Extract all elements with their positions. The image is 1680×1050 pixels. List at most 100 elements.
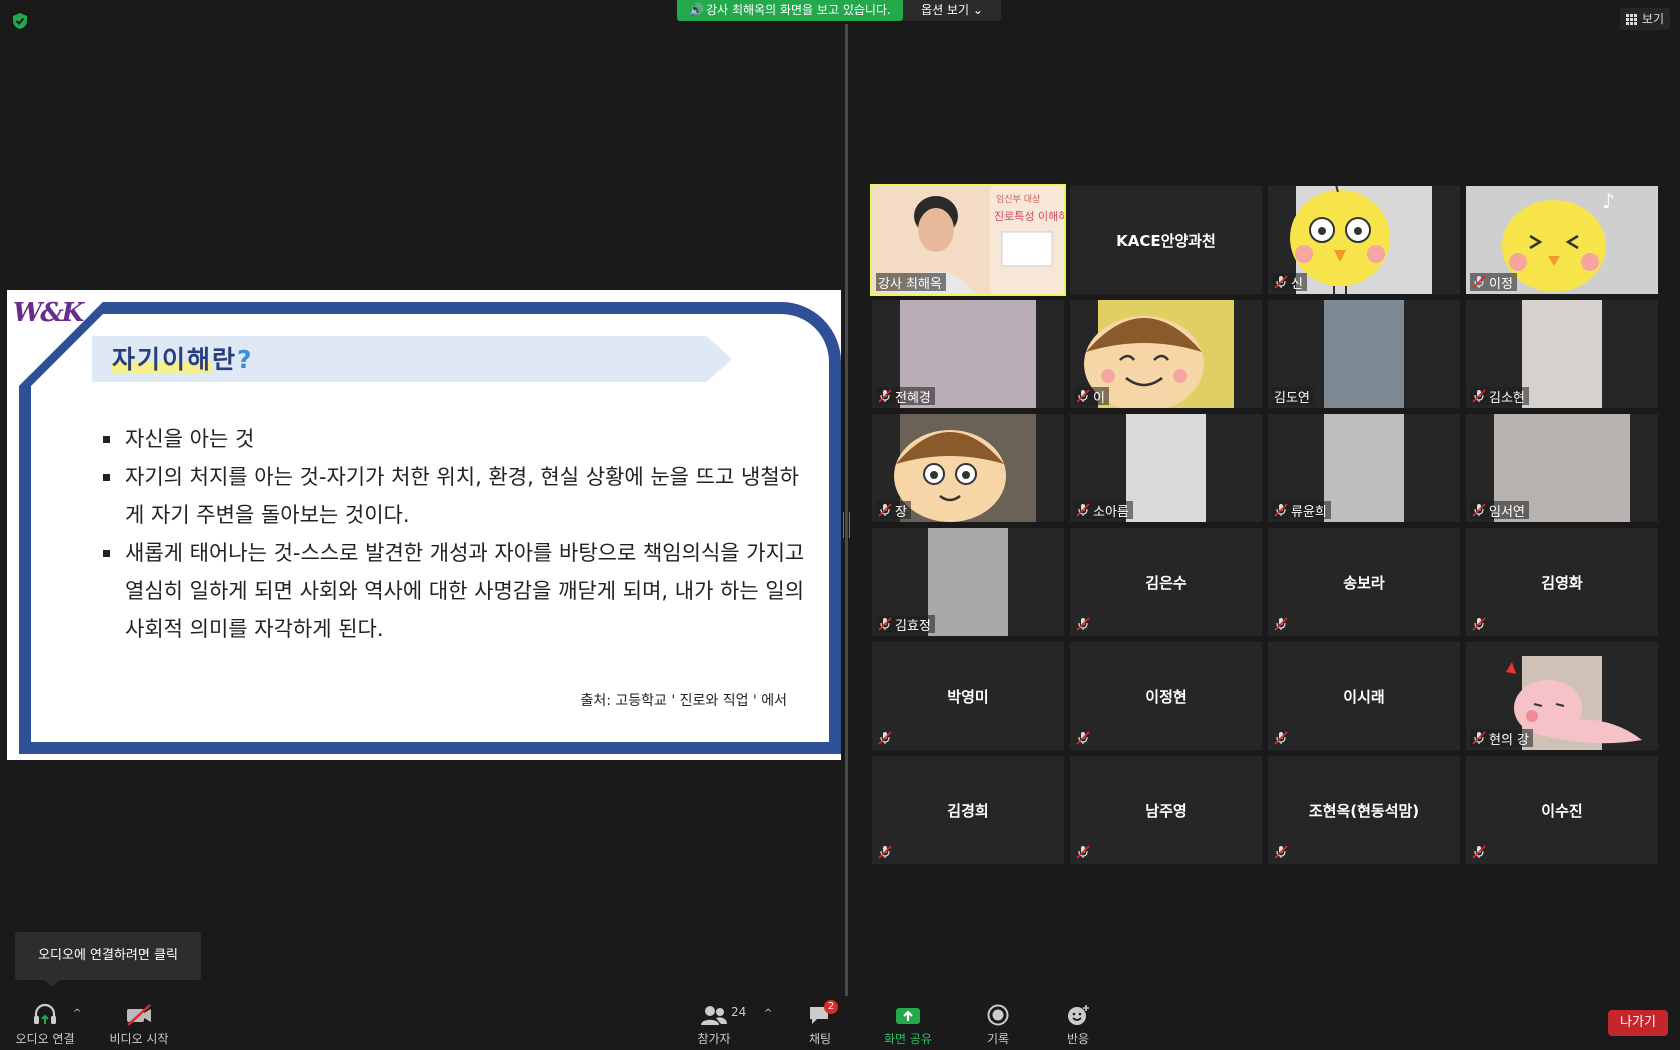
participant-name: 전혜경 <box>895 390 931 406</box>
participant-tile[interactable]: 이정현 <box>1070 642 1262 750</box>
participant-name: 임서연 <box>1489 504 1525 520</box>
split-divider[interactable] <box>845 24 848 996</box>
participant-tile[interactable]: 김영화 <box>1466 528 1658 636</box>
participant-tile[interactable]: 조현옥(현동석맘) <box>1268 756 1460 864</box>
participant-tile[interactable]: 소아름 <box>1070 414 1262 522</box>
mic-muted-icon <box>878 845 892 859</box>
bullet-item: 자신을 아는 것 <box>97 420 817 458</box>
audio-options-caret[interactable]: ^ <box>73 1008 81 1019</box>
mic-muted-icon <box>1274 503 1288 517</box>
participant-name: 이정 <box>1489 276 1513 292</box>
participant-label: 이정 <box>1470 273 1517 292</box>
participant-label <box>1272 615 1292 633</box>
grid-icon <box>1625 13 1637 25</box>
participant-video <box>1126 414 1206 522</box>
mic-muted-icon <box>1274 617 1288 631</box>
headphones-icon <box>34 1003 56 1024</box>
participant-tile[interactable]: 임신부 대상진로특성 이해하기강사 최해옥 <box>870 184 1066 296</box>
slide-bullet-list: 자신을 아는 것 자기의 처지를 아는 것-자기가 처한 위치, 환경, 현실 … <box>97 420 817 648</box>
svg-text:임신부 대상: 임신부 대상 <box>996 193 1040 205</box>
participant-label <box>1470 843 1490 861</box>
participant-tile[interactable]: 현의 강 <box>1466 642 1658 750</box>
participant-label <box>1470 615 1490 633</box>
participant-tile[interactable]: 이 <box>1070 300 1262 408</box>
mic-muted-icon <box>1076 503 1090 517</box>
mic-muted-icon <box>1076 731 1090 745</box>
participant-tile[interactable]: 김은수 <box>1070 528 1262 636</box>
svg-text:♪: ♪ <box>1602 189 1615 213</box>
participant-tile[interactable]: 김도연 <box>1268 300 1460 408</box>
reactions-button[interactable]: 반응 <box>1058 1000 1098 1047</box>
participant-name: 현의 강 <box>1489 732 1530 748</box>
participant-name: 김도연 <box>1274 390 1310 406</box>
participant-tile[interactable]: 김효정 <box>872 528 1064 636</box>
mic-muted-icon <box>1472 275 1486 289</box>
participant-tile[interactable]: 이시래 <box>1268 642 1460 750</box>
share-screen-button[interactable]: 화면 공유 <box>880 1000 936 1047</box>
mic-muted-icon <box>1076 389 1090 403</box>
participant-video <box>928 528 1008 636</box>
participant-tile[interactable]: KACE안양과천 <box>1070 186 1262 294</box>
participant-tile[interactable]: 류윤희 <box>1268 414 1460 522</box>
participant-label: 신 <box>1272 273 1307 292</box>
participant-name-display: 남주영 <box>1145 801 1187 820</box>
participants-options-caret[interactable]: ^ <box>764 1008 772 1019</box>
participant-label: 이 <box>1074 387 1109 406</box>
divider-drag-handle[interactable] <box>843 512 850 538</box>
svg-text:진로특성 이해하기: 진로특성 이해하기 <box>994 209 1064 223</box>
participant-tile[interactable]: 남주영 <box>1070 756 1262 864</box>
participant-tile[interactable]: 장 <box>872 414 1064 522</box>
audio-tooltip: 오디오에 연결하려면 클릭 <box>15 932 201 987</box>
participant-tile[interactable]: 신 <box>1268 186 1460 294</box>
participant-name: 강사 최해옥 <box>878 276 942 292</box>
start-video-button[interactable]: 비디오 시작 <box>104 1000 174 1047</box>
participant-tile[interactable]: ♪ 이정 <box>1466 186 1658 294</box>
participant-label <box>876 729 896 747</box>
participant-label: 임서연 <box>1470 501 1529 520</box>
participants-count: 24 <box>731 1005 747 1019</box>
bullet-item: 자기의 처지를 아는 것-자기가 처한 위치, 환경, 현실 상황에 눈을 뜨고… <box>97 458 817 534</box>
view-options-button[interactable]: 옵션 보기 ⌄ <box>903 0 1001 21</box>
participant-tile[interactable]: 임서연 <box>1466 414 1658 522</box>
reaction-smiley-icon <box>1068 1005 1089 1025</box>
participant-label: 김소현 <box>1470 387 1529 406</box>
record-button[interactable]: 기록 <box>978 1000 1018 1047</box>
leave-meeting-button[interactable]: 나가기 <box>1608 1010 1668 1036</box>
mic-muted-icon <box>1472 731 1486 745</box>
mic-muted-icon <box>1274 845 1288 859</box>
participant-name: 이 <box>1093 390 1105 406</box>
participant-label <box>1074 843 1094 861</box>
participant-tile[interactable]: 전혜경 <box>872 300 1064 408</box>
bullet-item: 새롭게 태어나는 것-스스로 발견한 개성과 자아를 바탕으로 책임의식을 가지… <box>97 534 817 648</box>
chevron-down-icon: ⌄ <box>972 3 983 17</box>
mic-muted-icon <box>878 503 892 517</box>
mic-muted-icon <box>1472 389 1486 403</box>
participant-name-display: 이수진 <box>1541 801 1583 820</box>
participant-tile[interactable]: 이수진 <box>1466 756 1658 864</box>
participant-name: 신 <box>1291 276 1303 292</box>
participant-tile[interactable]: 김소현 <box>1466 300 1658 408</box>
participant-label <box>1272 729 1292 747</box>
participant-name-display: 이정현 <box>1145 687 1187 706</box>
participant-label <box>1074 615 1094 633</box>
participant-name-display: 조현옥(현동석맘) <box>1308 801 1420 820</box>
participant-tile[interactable]: 송보라 <box>1268 528 1460 636</box>
record-icon <box>987 1004 1009 1026</box>
mic-muted-icon <box>1472 617 1486 631</box>
join-audio-button[interactable]: 오디오 연결 <box>12 1000 78 1047</box>
participant-label: 김도연 <box>1272 387 1314 406</box>
participant-tile[interactable]: 김경희 <box>872 756 1064 864</box>
mic-muted-icon <box>1274 731 1288 745</box>
participant-tile[interactable]: 박영미 <box>872 642 1064 750</box>
participant-video <box>1522 300 1602 408</box>
video-off-icon <box>127 1004 151 1026</box>
participant-label: 강사 최해옥 <box>876 273 946 292</box>
security-shield-icon[interactable] <box>12 12 28 30</box>
screen-share-banner: 🔊 강사 최해옥의 화면을 보고 있습니다. <box>677 0 903 21</box>
participant-label <box>1074 729 1094 747</box>
mic-muted-icon <box>878 731 892 745</box>
mic-muted-icon <box>878 617 892 631</box>
participant-label <box>1272 843 1292 861</box>
participant-label: 김효정 <box>876 615 935 634</box>
view-layout-button[interactable]: 보기 <box>1619 8 1670 30</box>
